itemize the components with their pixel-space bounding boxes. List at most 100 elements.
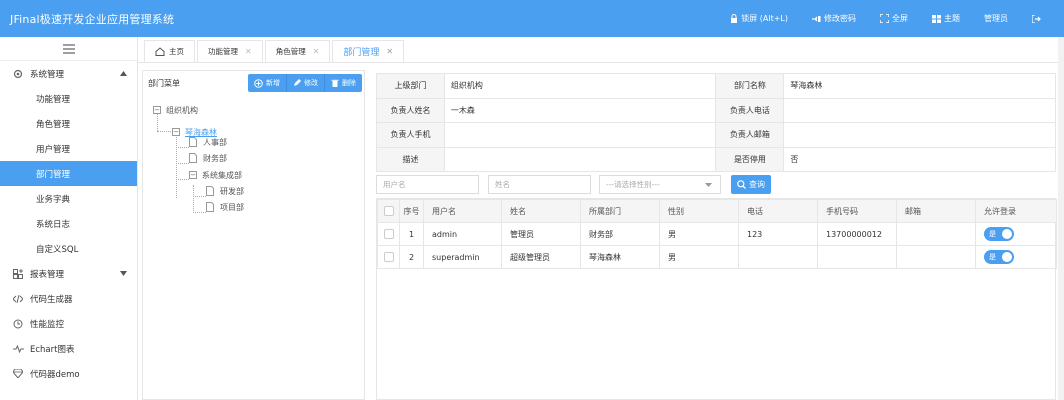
cell-email [896, 222, 976, 246]
department-tree-panel: 部门菜单 新增 修改 删除 − 组织机构 − 琴海森林 人事部 财务部 − 系统… [142, 70, 365, 400]
tab-department[interactable]: 部门管理 ✕ [332, 40, 405, 62]
sidebar-group-system[interactable]: 系统管理 [0, 61, 137, 86]
disabled-value: 否 [783, 146, 1056, 172]
delete-button[interactable]: 删除 [325, 74, 362, 92]
edit-button[interactable]: 修改 [287, 74, 325, 92]
gear-icon [12, 69, 24, 79]
pulse-icon [12, 344, 24, 353]
name-search-input[interactable]: 姓名 [488, 175, 591, 194]
column-header[interactable]: 用户名 [423, 199, 502, 223]
toggle-label: 是 [989, 253, 996, 261]
caret-down-icon [120, 271, 127, 276]
row-select-cell [377, 222, 400, 246]
fullscreen-icon [880, 14, 889, 23]
fullscreen-button[interactable]: 全屏 [880, 13, 908, 24]
tree-node-label: 研发部 [220, 186, 244, 196]
parent-dept-value: 组织机构 [443, 73, 717, 99]
edit-button-label: 修改 [304, 79, 318, 87]
tree-panel-header: 部门菜单 新增 修改 删除 [143, 71, 364, 95]
theme-button[interactable]: 主题 [932, 13, 960, 24]
allow-login-toggle[interactable]: 是 [984, 227, 1014, 241]
sidebar-group-demo[interactable]: 代码器demo [0, 361, 137, 386]
close-icon[interactable]: ✕ [386, 47, 393, 56]
app-title: JFinal极速开发企业应用管理系统 [10, 12, 175, 26]
column-header[interactable]: 允许登录 [975, 199, 1057, 223]
gender-select[interactable]: ---请选择性别--- [599, 175, 721, 194]
theme-label: 主题 [944, 14, 960, 23]
sidebar-group-echart[interactable]: Echart图表 [0, 336, 137, 361]
tree-node-hr[interactable]: 人事部 [189, 135, 227, 149]
row-select-cell [377, 245, 400, 269]
trash-icon [331, 79, 339, 87]
user-menu[interactable]: 管理员 [984, 13, 1008, 24]
cell-name: 超级管理员 [501, 245, 581, 269]
table-row[interactable]: 1 admin 管理员 财务部 男 123 13700000012 是 [377, 222, 1057, 246]
close-icon[interactable]: ✕ [245, 47, 252, 56]
change-password-button[interactable]: 修改密码 [812, 13, 856, 24]
tree-node-project[interactable]: 项目部 [206, 200, 244, 214]
sidebar-group-codegen[interactable]: 代码生成器 [0, 286, 137, 311]
tree-node-label: 人事部 [203, 137, 227, 147]
query-button-label: 查询 [749, 180, 765, 189]
column-header[interactable]: 手机号码 [817, 199, 897, 223]
hamburger-icon [62, 43, 75, 54]
leader-phone-value [783, 97, 1056, 123]
tab-home[interactable]: 主页 [144, 40, 195, 62]
close-icon[interactable]: ✕ [313, 47, 320, 56]
diamond-icon [12, 369, 24, 378]
tab-bar: 主页 功能管理 ✕ 角色管理 ✕ 部门管理 ✕ [138, 37, 1064, 63]
collapse-icon[interactable]: − [153, 106, 161, 114]
column-header[interactable]: 姓名 [501, 199, 581, 223]
table-row[interactable]: 2 superadmin 超级管理员 琴海森林 男 是 [377, 245, 1057, 269]
caret-up-icon [120, 71, 127, 76]
sidebar-item-dictionary[interactable]: 业务字典 [0, 186, 137, 211]
add-button[interactable]: 新增 [248, 74, 287, 92]
row-checkbox[interactable] [384, 229, 394, 239]
department-info-table: 上级部门 组织机构 部门名称 琴海森林 负责人姓名 一木森 负责人电话 负责人手… [376, 73, 1056, 172]
sidebar-toggle[interactable] [0, 37, 137, 61]
sidebar-item-sql[interactable]: 自定义SQL [0, 236, 137, 261]
select-all-checkbox[interactable] [384, 206, 394, 216]
sidebar-item-function[interactable]: 功能管理 [0, 86, 137, 111]
collapse-icon[interactable]: − [172, 128, 180, 136]
key-icon [812, 15, 821, 22]
sidebar-group-label: Echart图表 [30, 344, 75, 355]
tab-function[interactable]: 功能管理 ✕ [197, 40, 263, 62]
sidebar-group-label: 报表管理 [30, 269, 65, 280]
dept-name-value: 琴海森林 [783, 73, 1056, 99]
tree-node-rd[interactable]: 研发部 [206, 184, 244, 198]
dept-name-label: 部门名称 [715, 73, 785, 99]
sidebar-item-log[interactable]: 系统日志 [0, 211, 137, 236]
row-checkbox[interactable] [384, 252, 394, 262]
collapse-icon[interactable]: − [189, 171, 197, 179]
tab-role[interactable]: 角色管理 ✕ [264, 40, 331, 62]
sidebar-group-report[interactable]: 报表管理 [0, 261, 137, 286]
chevron-down-icon [705, 183, 712, 187]
column-header[interactable]: 电话 [738, 199, 818, 223]
sidebar-item-role[interactable]: 角色管理 [0, 111, 137, 136]
sidebar-group-monitor[interactable]: 性能监控 [0, 311, 137, 336]
lock-icon [731, 14, 738, 23]
user-name: 管理员 [984, 14, 1008, 23]
document-icon [206, 186, 214, 196]
leader-email-value [783, 122, 1056, 148]
page-scrollbar[interactable] [1058, 37, 1064, 400]
gender-select-value: ---请选择性别--- [606, 180, 660, 189]
query-button[interactable]: 查询 [731, 175, 771, 194]
leader-mobile-value [443, 122, 717, 148]
column-header[interactable]: 邮箱 [896, 199, 976, 223]
allow-login-toggle[interactable]: 是 [984, 250, 1014, 264]
sidebar-item-department[interactable]: 部门管理 [0, 161, 137, 186]
username-search-input[interactable]: 用户名 [376, 175, 479, 194]
tree-node-finance[interactable]: 财务部 [189, 151, 227, 165]
lock-screen-button[interactable]: 锁屏 (Alt+L) [730, 13, 788, 24]
tree-node-integration[interactable]: − 系统集成部 [189, 168, 242, 182]
column-header[interactable]: 性别 [659, 199, 739, 223]
sidebar-item-user[interactable]: 用户管理 [0, 136, 137, 161]
column-header[interactable]: 所属部门 [580, 199, 660, 223]
tab-label: 主页 [169, 47, 184, 56]
leader-mobile-label: 负责人手机 [376, 122, 445, 148]
tree-node-root[interactable]: − 组织机构 [153, 103, 198, 117]
description-value [443, 146, 717, 172]
logout-button[interactable] [1032, 14, 1044, 23]
